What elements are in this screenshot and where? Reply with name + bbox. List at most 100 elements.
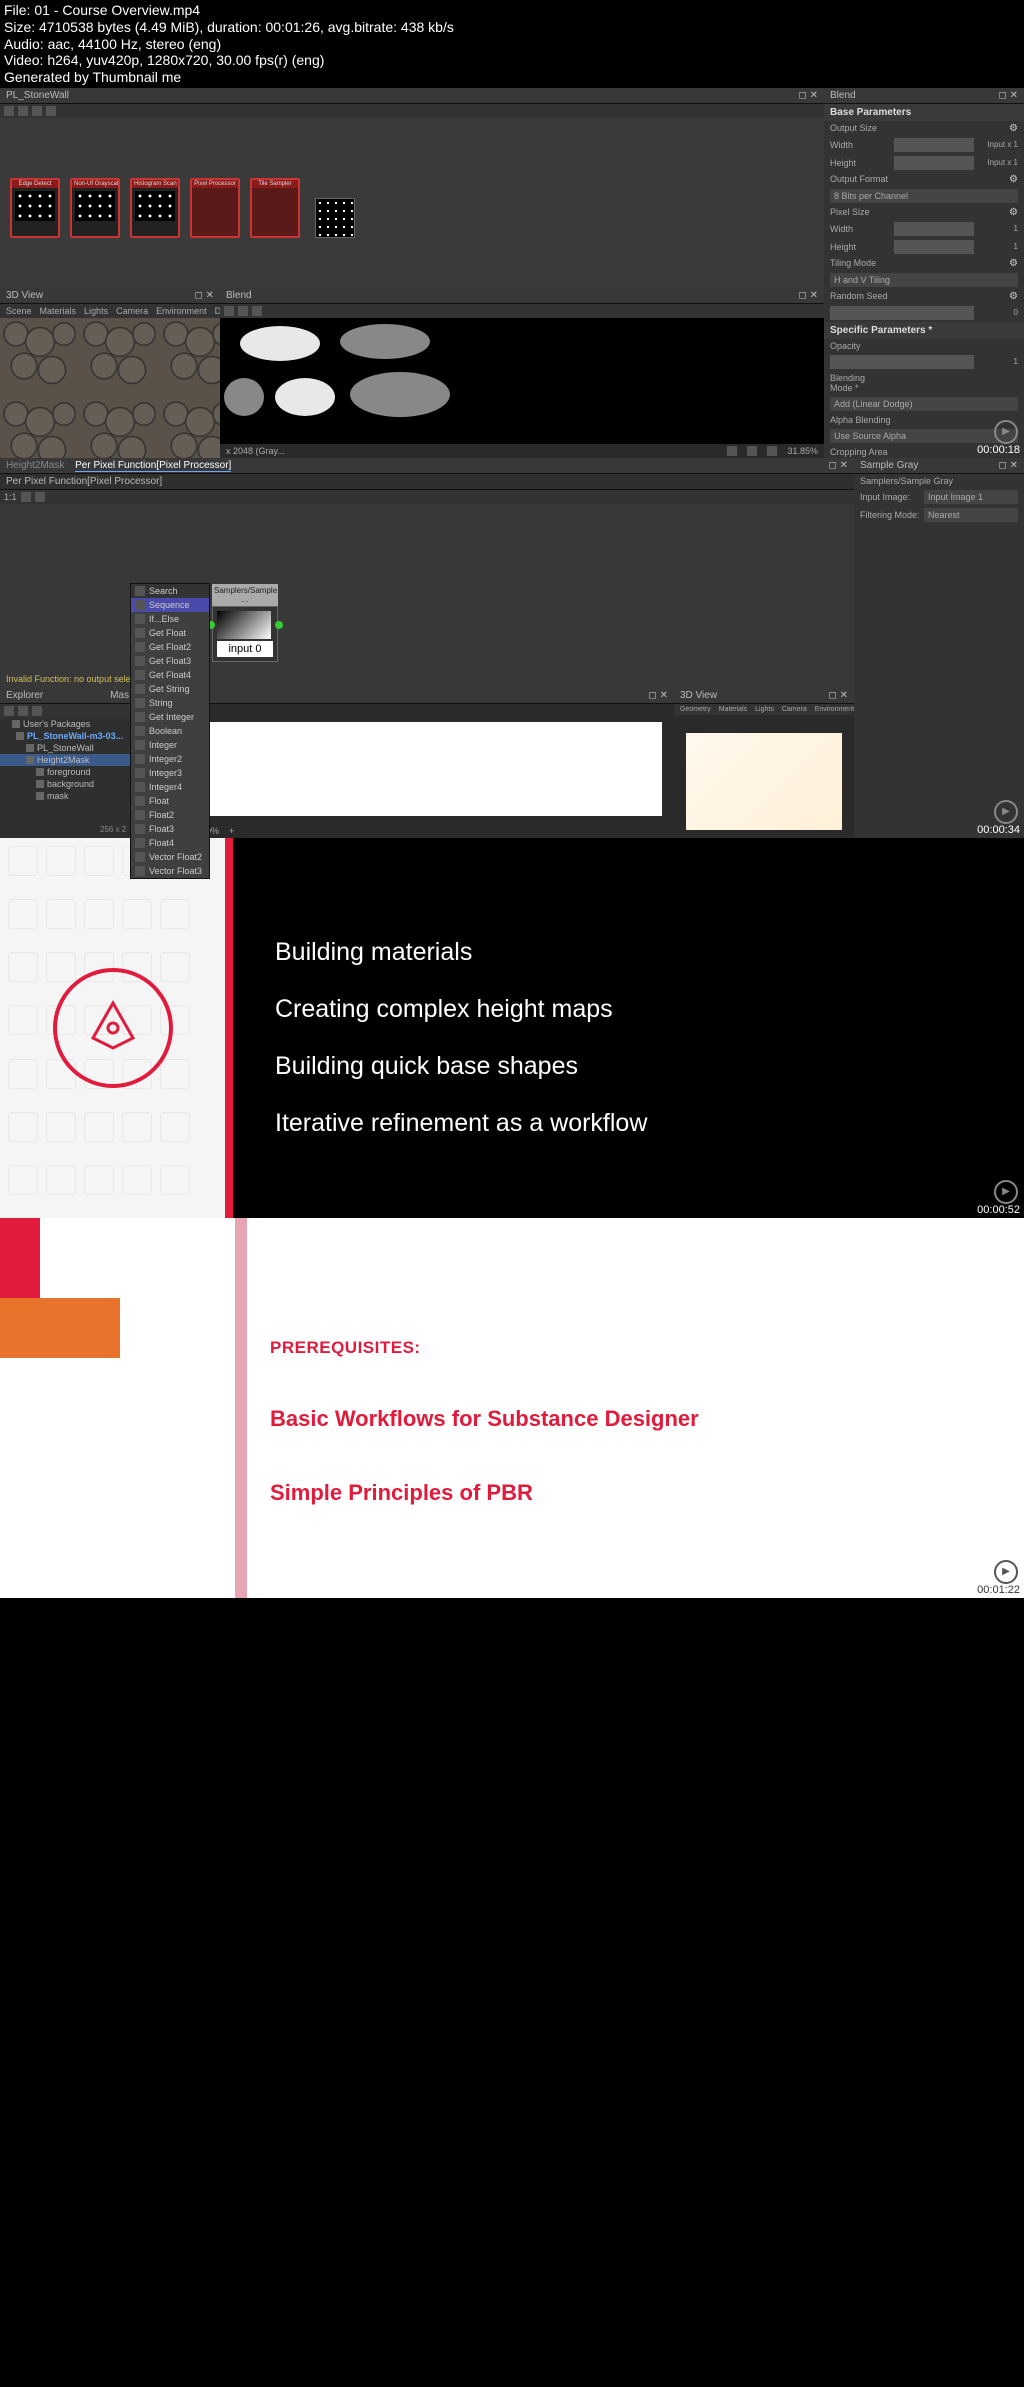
context-item[interactable]: Boolean [131,724,209,738]
context-item[interactable]: Get String [131,682,209,696]
graph-node-selected[interactable]: Tile Sampler [250,178,300,238]
properties-panel: Blend◻ ✕ Base Parameters Output Size⚙ Wi… [824,88,1024,458]
screenshot-1-node-graph: PL_StoneWall ◻ ✕ Edge Detect Non-Uf Gray… [0,88,1024,458]
window-controls[interactable]: ◻ ✕ [799,90,818,101]
node-output-port[interactable] [275,621,283,629]
graph-node[interactable]: Pixel Processor [190,178,240,238]
2d-toolbar[interactable] [220,304,824,318]
output-node[interactable] [315,198,355,238]
context-item[interactable]: String [131,696,209,710]
graph-node[interactable]: Edge Detect [10,178,60,238]
2d-viewport[interactable] [220,318,824,444]
tab-height2mask[interactable]: Height2Mask [6,460,72,471]
tool-icon[interactable] [4,106,14,116]
tool-icon[interactable] [18,106,28,116]
graph-toolbar-2[interactable]: 1:1 [0,490,854,504]
context-item[interactable]: Get Integer [131,710,209,724]
tool-icon[interactable] [32,106,42,116]
graph-node[interactable]: Histogram Scan [130,178,180,238]
context-item-sequence[interactable]: Sequence [131,598,209,612]
2d-status-bar: x 2048 (Gray... 31.85% [220,444,824,458]
overview-list-item: Creating complex height maps [275,995,974,1024]
graph-node[interactable]: Non-Uf Grayscale [70,178,120,238]
tree-item[interactable]: PL_StoneWall [0,742,135,754]
3d-viewport[interactable] [0,318,220,458]
pink-bar-deco [235,1218,247,1598]
play-button-icon[interactable]: ▶ [994,420,1018,444]
context-item[interactable]: Get Float [131,626,209,640]
overview-list-item: Building materials [275,938,974,967]
file-info-file: File: 01 - Course Overview.mp4 [4,2,1020,19]
context-item[interactable]: Integer4 [131,780,209,794]
tree-root[interactable]: User's Packages [0,718,135,730]
tree-item[interactable]: foreground [0,766,135,778]
overview-list-item: Building quick base shapes [275,1052,974,1081]
tree-item-selected[interactable]: Height2Mask [0,754,135,766]
context-item[interactable]: Integer3 [131,766,209,780]
prereq-item: Basic Workflows for Substance Designer [270,1406,699,1432]
node-graph-canvas[interactable]: Edge Detect Non-Uf Grayscale Histogram S… [0,118,824,288]
3d-view-panel-2: 3D View◻ ✕ Geometry Materials Lights Cam… [674,688,854,838]
sample-gray-node[interactable]: Samplers/Sample ... input 0 [212,584,278,662]
context-item[interactable]: Get Float3 [131,654,209,668]
screenshot-4-prerequisites: PREREQUISITES: Basic Workflows for Subst… [0,1218,1024,1598]
screenshot-2-pixel-processor: Height2Mask Per Pixel Function[Pixel Pro… [0,458,1024,838]
2d-view-panel-2: ◻ ✕ 1:1 125.00% + [135,688,674,838]
tab-pixelproc[interactable]: Per Pixel Function[Pixel Processor] [75,460,231,472]
graph-tab-bar: PL_StoneWall ◻ ✕ [0,88,824,104]
red-accent-bar [225,838,233,1218]
link-icon[interactable]: ⚙ [1009,123,1018,134]
context-menu[interactable]: Search Sequence If...Else Get Float Get … [130,583,210,879]
tiling-dropdown[interactable]: H and V Tiling [830,273,1018,287]
file-info-size: Size: 4710538 bytes (4.49 MiB), duration… [4,19,1020,36]
context-item[interactable]: Float3 [131,822,209,836]
graph-tab-title[interactable]: PL_StoneWall [6,90,69,101]
file-info-audio: Audio: aac, 44100 Hz, stereo (eng) [4,36,1020,53]
context-item[interactable]: Vector Float2 [131,850,209,864]
play-button-icon[interactable]: ▶ [994,1180,1018,1204]
3d-menu-bar[interactable]: Scene Materials Lights Camera Environmen… [0,304,220,318]
overview-list: Building materials Creating complex heig… [275,938,974,1138]
prereq-heading: PREREQUISITES: [270,1338,699,1358]
context-item[interactable]: Integer [131,738,209,752]
tree-item[interactable]: background [0,778,135,790]
3d-view-title: 3D View [6,290,43,301]
blend-mode-dropdown[interactable]: Add (Linear Dodge) [830,397,1018,411]
timestamp-3: 00:00:52 [977,1204,1020,1216]
context-item[interactable]: Float4 [131,836,209,850]
alpha-blend-dropdown[interactable]: Use Source Alpha [830,429,1018,443]
context-item[interactable]: Vector Float3 [131,864,209,878]
tree-package[interactable]: PL_StoneWall-m3-03... [0,730,135,742]
prereq-content: PREREQUISITES: Basic Workflows for Subst… [270,1338,699,1506]
explorer-panel: ExplorerMas User's Packages PL_StoneWall… [0,688,135,838]
play-button-icon[interactable]: ▶ [994,1560,1018,1584]
context-item[interactable]: Get Float4 [131,668,209,682]
timestamp-4: 00:01:22 [977,1584,1020,1596]
context-item[interactable]: Float2 [131,808,209,822]
tree-item[interactable]: mask [0,790,135,802]
3d-preview[interactable] [686,733,842,830]
context-item[interactable]: Integer2 [131,752,209,766]
filter-mode-dropdown[interactable]: Nearest [924,508,1018,522]
pen-tool-logo-icon [53,968,173,1088]
context-item[interactable]: If...Else [131,612,209,626]
context-item[interactable]: Get Float2 [131,640,209,654]
overview-left-graphic [0,838,225,1218]
timestamp-1: 00:00:18 [977,444,1020,456]
height-slider[interactable] [894,156,974,170]
play-button-icon[interactable]: ▶ [994,800,1018,824]
2d-view-title: Blend [226,290,252,301]
overview-content: Building materials Creating complex heig… [225,838,1024,1218]
width-slider[interactable] [894,138,974,152]
file-info-video: Video: h264, yuv420p, 1280x720, 30.00 fp… [4,52,1020,69]
screenshot-3-course-overview: Building materials Creating complex heig… [0,838,1024,1218]
input-image-dropdown[interactable]: Input Image 1 [924,490,1018,504]
function-graph-canvas[interactable]: Samplers/Sample ... input 0 Invalid Func… [0,504,854,688]
graph-toolbar[interactable] [0,104,824,118]
output-format-dropdown[interactable]: 8 Bits per Channel [830,189,1018,203]
context-item[interactable]: Float [131,794,209,808]
red-block-deco [0,1218,40,1298]
2d-view-panel: Blend◻ ✕ x 2048 (Gray... 31.85% [220,288,824,458]
tool-icon[interactable] [46,106,56,116]
2d-preview[interactable] [147,722,662,816]
